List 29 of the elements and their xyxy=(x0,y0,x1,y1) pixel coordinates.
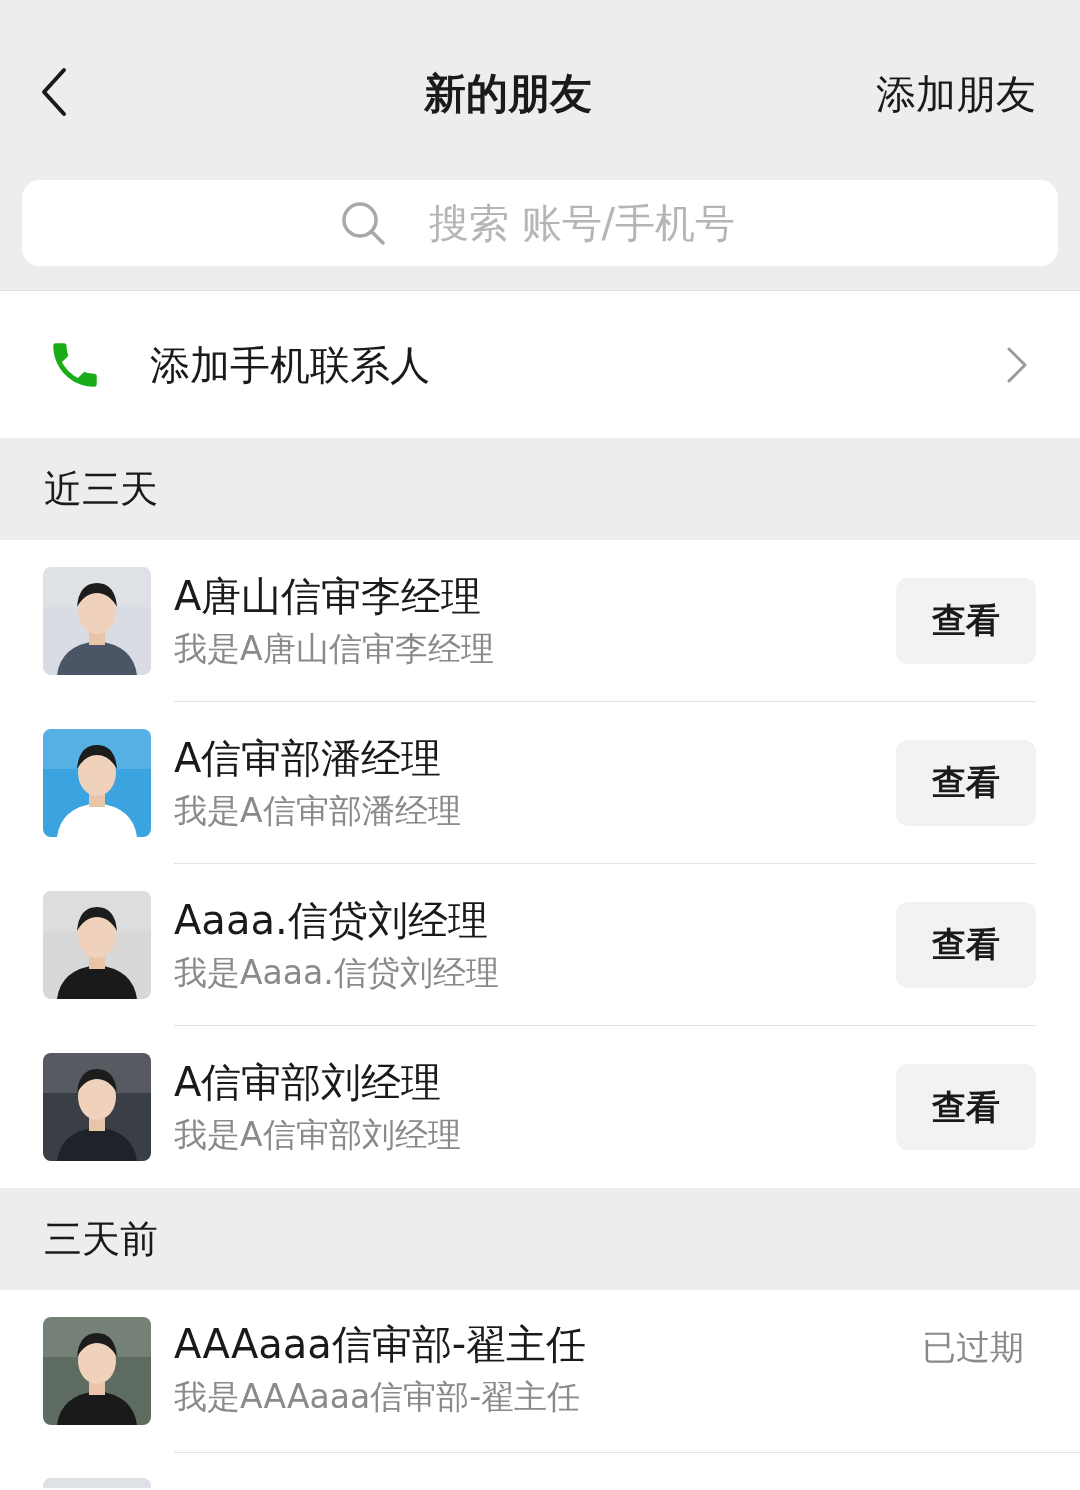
search-field[interactable]: 搜索 账号/手机号 xyxy=(22,180,1058,266)
search-icon xyxy=(340,200,386,246)
friend-request-row[interactable]: Aaaa.信贷刘经理 我是Aaaa.信贷刘经理 查看 xyxy=(0,864,1080,1026)
view-button[interactable]: 查看 xyxy=(896,577,1036,664)
request-message: 我是A信审部刘经理 xyxy=(174,1114,462,1156)
section-header: 三天前 xyxy=(44,1215,158,1263)
expired-status: 已过期 xyxy=(922,1326,1024,1369)
request-message: 我是AAAaaa信审部-翟主任 xyxy=(174,1376,582,1418)
friend-request-row[interactable]: A信审部潘经理 我是A信审部潘经理 查看 xyxy=(0,702,1080,864)
friend-request-row[interactable]: A信审部刘经理 我是A信审部刘经理 查看 xyxy=(0,1026,1080,1188)
add-friend-link[interactable]: 添加朋友 xyxy=(876,62,1036,126)
contact-name: A唐山信审李经理 xyxy=(174,571,483,621)
request-message: 我是A唐山信审李经理 xyxy=(174,627,495,670)
contact-name: Aaaa.信贷刘经理 xyxy=(174,895,489,945)
view-button[interactable]: 查看 xyxy=(896,739,1036,826)
chevron-right-icon xyxy=(1006,345,1028,384)
contact-name: AAAaaa信审部-翟主任 xyxy=(174,1320,588,1369)
request-message: 我是Aaaa.信贷刘经理 xyxy=(174,951,500,994)
add-contacts-label: 添加手机联系人 xyxy=(150,340,431,390)
add-contacts-row[interactable]: 添加手机联系人 xyxy=(0,290,1080,438)
friend-request-row[interactable]: A唐山信审李经理 我是A唐山信审李经理 查看 xyxy=(0,540,1080,702)
friend-request-row[interactable]: AAAaaa信审部-翟主任 我是AAAaaa信审部-翟主任 已过期 xyxy=(0,1290,1080,1452)
section-header: 近三天 xyxy=(44,465,158,513)
view-button[interactable]: 查看 xyxy=(896,1064,1036,1150)
contact-name: A信审部刘经理 xyxy=(174,1058,443,1107)
contact-name: A信审部潘经理 xyxy=(174,733,443,783)
request-message: 我是A信审部潘经理 xyxy=(174,789,462,832)
page-title: 新的朋友 xyxy=(424,68,592,120)
view-button[interactable]: 查看 xyxy=(896,901,1036,988)
